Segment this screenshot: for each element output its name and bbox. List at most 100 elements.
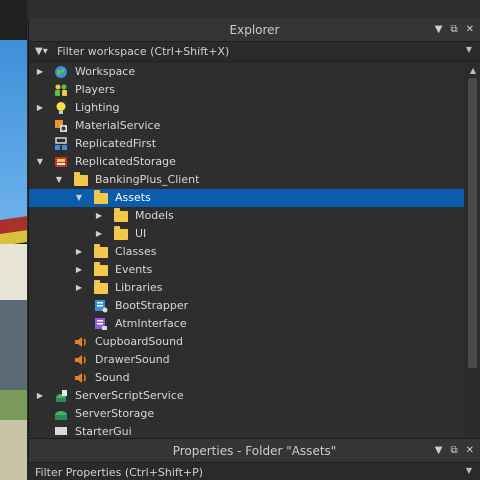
tree-item-replicatedfirst[interactable]: ReplicatedFirst (29, 135, 465, 153)
expand-arrow-icon[interactable]: ▶ (74, 243, 84, 261)
close-icon[interactable]: ✕ (466, 439, 474, 463)
explorer-filter-bar[interactable]: ▼▾ Filter workspace (Ctrl+Shift+X) ▼ (29, 42, 480, 62)
tree-item-serverscriptservice[interactable]: ▶ ServerScriptService (29, 387, 465, 405)
tree-item-events[interactable]: ▶ Events (29, 261, 465, 279)
lightbulb-icon (54, 101, 68, 115)
tree-item-label: Events (115, 263, 153, 276)
folder-icon (94, 262, 108, 277)
tree-item-cupboardsound[interactable]: CupboardSound (29, 333, 465, 351)
tree-item-players[interactable]: Players (29, 81, 465, 99)
properties-filter-input[interactable]: Filter Properties (Ctrl+Shift+P) (35, 466, 203, 479)
replicated-first-icon (54, 137, 68, 151)
undock-icon[interactable]: ⧉ (450, 439, 457, 463)
viewport-toolbar-strip (0, 0, 27, 40)
tree-item-label: AtmInterface (115, 317, 187, 330)
tree-item-label: UI (135, 227, 147, 240)
tree-item-assets[interactable]: ▼ Assets (29, 189, 465, 207)
tree-item-serverstorage[interactable]: ServerStorage (29, 405, 465, 423)
tree-item-label: Sound (95, 371, 130, 384)
scroll-up-icon[interactable]: ▲ (470, 66, 476, 75)
viewport-sky (0, 40, 27, 224)
expand-arrow-icon[interactable]: ▶ (94, 207, 104, 225)
tree-item-label: ServerStorage (75, 407, 155, 420)
viewport-wall (0, 244, 27, 300)
tree-item-label: ServerScriptService (75, 389, 184, 402)
collapse-arrow-icon[interactable]: ▼ (74, 189, 84, 207)
folder-icon (114, 208, 128, 223)
tree-item-label: Libraries (115, 281, 163, 294)
panel-menu-icon[interactable]: ▼ (435, 18, 443, 42)
viewport-grass (0, 390, 27, 420)
tree-item-atminterface[interactable]: AtmInterface (29, 315, 465, 333)
tree-item-label: Players (75, 83, 115, 96)
replicated-storage-icon (54, 155, 68, 169)
tree-item-label: Classes (115, 245, 157, 258)
server-storage-icon (54, 407, 68, 421)
tree-item-label: ReplicatedFirst (75, 137, 157, 150)
expand-arrow-icon[interactable]: ▶ (94, 225, 104, 243)
tree-item-label: Models (135, 209, 174, 222)
expand-arrow-icon[interactable]: ▶ (74, 261, 84, 279)
workspace-globe-icon (54, 65, 68, 79)
filter-dropdown-icon[interactable]: ▼ (466, 45, 472, 54)
tree-item-label: StarterGui (75, 425, 132, 435)
tree-item-label: Assets (115, 191, 151, 204)
explorer-title: Explorer (229, 23, 280, 37)
tree-item-label: Workspace (75, 65, 136, 78)
expand-arrow-icon[interactable]: ▶ (35, 387, 45, 405)
sound-icon (74, 335, 88, 349)
folder-icon (74, 172, 88, 187)
players-icon (54, 83, 68, 97)
folder-icon (94, 190, 108, 205)
tree-item-materialservice[interactable]: MaterialService (29, 117, 465, 135)
tree-item-bankingplus-client[interactable]: ▼ BankingPlus_Client (29, 171, 465, 189)
game-viewport[interactable] (0, 0, 27, 480)
server-script-service-icon (54, 389, 68, 403)
sound-icon (74, 353, 88, 367)
tree-item-ui[interactable]: ▶ UI (29, 225, 465, 243)
tree-item-label: MaterialService (75, 119, 161, 132)
tree-item-startergui[interactable]: StarterGui (29, 423, 465, 435)
tree-item-workspace[interactable]: ▶ Workspace (29, 63, 465, 81)
filter-funnel-icon[interactable]: ▼▾ (35, 46, 57, 57)
collapse-arrow-icon[interactable]: ▼ (54, 171, 64, 189)
folder-icon (94, 244, 108, 259)
panel-menu-icon[interactable]: ▼ (435, 439, 443, 463)
tree-item-label: Lighting (75, 101, 120, 114)
tree-item-label: CupboardSound (95, 335, 184, 348)
tree-item-label: BankingPlus_Client (95, 173, 200, 186)
tree-item-libraries[interactable]: ▶ Libraries (29, 279, 465, 297)
undock-icon[interactable]: ⧉ (450, 18, 457, 42)
folder-icon (114, 226, 128, 241)
expand-arrow-icon[interactable]: ▶ (35, 99, 45, 117)
properties-filter-bar[interactable]: Filter Properties (Ctrl+Shift+P) ▼ (29, 463, 480, 480)
tree-item-classes[interactable]: ▶ Classes (29, 243, 465, 261)
explorer-tree: ▶ Workspace Players ▶ Lighting MaterialS… (29, 63, 465, 436)
tree-item-sound[interactable]: Sound (29, 369, 465, 387)
tree-item-label: BootStrapper (115, 299, 189, 312)
explorer-header: Explorer ▼ ⧉ ✕ (29, 18, 480, 42)
tree-item-models[interactable]: ▶ Models (29, 207, 465, 225)
explorer-panel: Explorer ▼ ⧉ ✕ ▼▾ Filter workspace (Ctrl… (28, 18, 480, 436)
close-icon[interactable]: ✕ (466, 18, 474, 42)
expand-arrow-icon[interactable]: ▶ (35, 63, 45, 81)
properties-header: Properties - Folder "Assets" ▼ ⧉ ✕ (29, 439, 480, 463)
module-script-icon (94, 317, 108, 331)
collapse-arrow-icon[interactable]: ▼ (35, 153, 45, 171)
filter-dropdown-icon[interactable]: ▼ (466, 466, 472, 475)
sound-icon (74, 371, 88, 385)
tree-item-replicatedstorage[interactable]: ▼ ReplicatedStorage (29, 153, 465, 171)
tree-item-lighting[interactable]: ▶ Lighting (29, 99, 465, 117)
explorer-filter-input[interactable]: Filter workspace (Ctrl+Shift+X) (57, 45, 229, 58)
properties-title: Properties - Folder "Assets" (172, 444, 337, 458)
tree-item-bootstrapper[interactable]: BootStrapper (29, 297, 465, 315)
folder-icon (94, 280, 108, 295)
expand-arrow-icon[interactable]: ▶ (74, 279, 84, 297)
scrollbar-thumb[interactable] (468, 78, 477, 368)
properties-panel: Properties - Folder "Assets" ▼ ⧉ ✕ Filte… (28, 438, 480, 480)
tree-item-label: DrawerSound (95, 353, 170, 366)
viewport-floor (0, 420, 27, 480)
tree-item-drawersound[interactable]: DrawerSound (29, 351, 465, 369)
tree-item-label: ReplicatedStorage (75, 155, 176, 168)
material-service-icon (54, 119, 68, 133)
